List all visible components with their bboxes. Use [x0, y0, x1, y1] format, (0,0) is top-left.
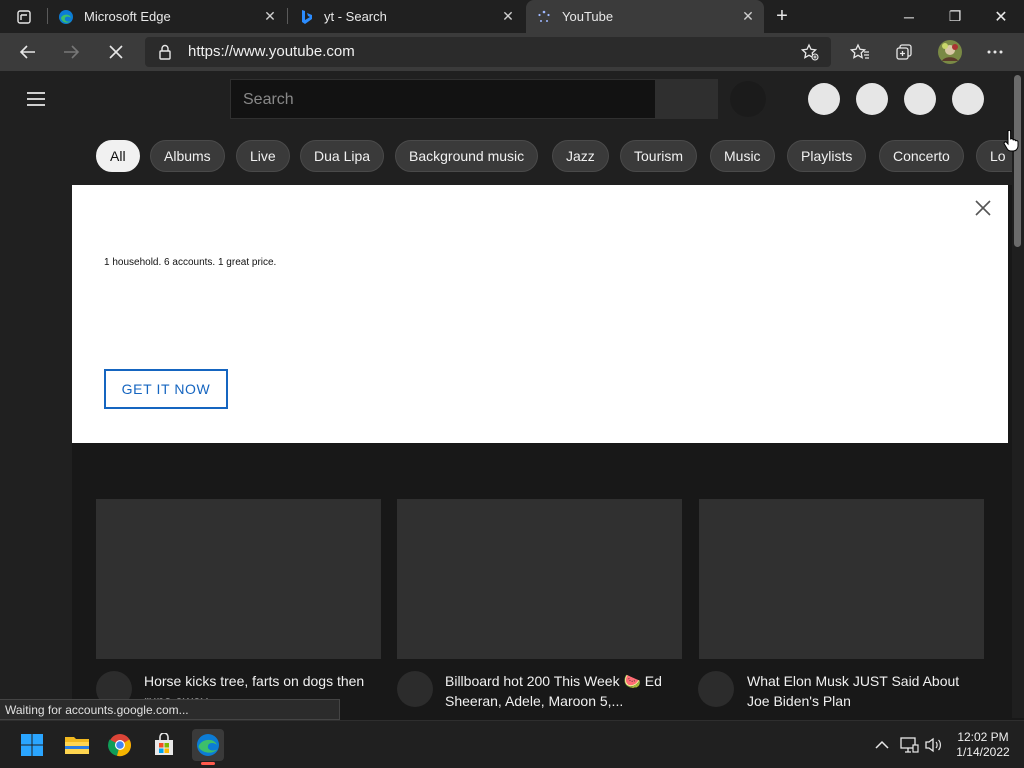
youtube-header: Search	[0, 71, 1012, 127]
video-thumbnail[interactable]	[397, 499, 682, 659]
search-input[interactable]: Search	[230, 79, 655, 119]
tab-strip: Microsoft Edge ✕ yt - Search ✕ YouTube ✕…	[0, 0, 1024, 33]
store-icon[interactable]	[148, 729, 180, 761]
edge-icon[interactable]	[192, 729, 224, 761]
show-hidden-icons-button[interactable]	[872, 735, 892, 755]
chip-live[interactable]: Live	[236, 140, 290, 172]
file-explorer-icon[interactable]	[61, 729, 93, 761]
chip-tourism[interactable]: Tourism	[620, 140, 698, 172]
hand-cursor-icon	[1003, 129, 1019, 152]
filter-chips-bar: All Albums Live Dua Lipa Background musi…	[72, 127, 1012, 185]
promo-banner: 1 household. 6 accounts. 1 great price. …	[72, 185, 1008, 443]
search-placeholder: Search	[243, 91, 294, 108]
get-it-now-button[interactable]: GET IT NOW	[104, 369, 228, 409]
close-tab-icon[interactable]: ✕	[500, 8, 516, 24]
start-icon[interactable]	[16, 729, 48, 761]
system-clock[interactable]: 12:02 PM 1/14/2022	[952, 730, 1014, 760]
scrollbar-thumb[interactable]	[1014, 75, 1021, 247]
back-icon[interactable]	[13, 37, 43, 67]
banner-text: 1 household. 6 accounts. 1 great price.	[104, 257, 277, 268]
tab-youtube[interactable]: YouTube ✕	[526, 0, 764, 33]
new-tab-button[interactable]: +	[766, 0, 798, 33]
chip-dua-lipa[interactable]: Dua Lipa	[300, 140, 385, 172]
restore-button[interactable]: ❐	[932, 0, 978, 33]
video-thumbnail[interactable]	[96, 499, 381, 659]
page-scrollbar[interactable]	[1012, 71, 1024, 718]
voice-search-button[interactable]	[730, 81, 766, 117]
edge-icon	[58, 9, 74, 25]
tab-yt-search[interactable]: yt - Search ✕	[288, 0, 524, 33]
minimize-button[interactable]: ─	[886, 0, 932, 33]
chip-concerto[interactable]: Concerto	[879, 140, 964, 172]
tab-title: YouTube	[562, 9, 614, 24]
forward-icon[interactable]	[56, 37, 86, 67]
active-app-indicator	[201, 762, 215, 765]
channel-avatar[interactable]	[698, 671, 734, 707]
close-window-button[interactable]: ✕	[978, 0, 1024, 33]
chip-background-music[interactable]: Background music	[395, 140, 539, 172]
chip-jazz[interactable]: Jazz	[552, 140, 609, 172]
search-button[interactable]	[655, 79, 718, 119]
apps-button-placeholder[interactable]	[856, 83, 888, 115]
youtube-page: Search All Albums Live Dua Lipa Backgrou…	[0, 71, 1024, 718]
volume-icon[interactable]	[923, 735, 943, 755]
video-thumbnail[interactable]	[699, 499, 984, 659]
create-button-placeholder[interactable]	[808, 83, 840, 115]
video-title[interactable]: What Elon Musk JUST Said About Joe Biden…	[747, 671, 979, 711]
channel-avatar[interactable]	[397, 671, 433, 707]
stop-loading-icon[interactable]	[101, 37, 131, 67]
bing-icon	[298, 9, 314, 25]
video-title[interactable]: Billboard hot 200 This Week 🍉 Ed Sheeran…	[445, 671, 677, 711]
chrome-icon[interactable]	[104, 729, 136, 761]
favorites-icon[interactable]	[845, 37, 875, 67]
collections-icon[interactable]	[889, 37, 919, 67]
browser-toolbar: https://www.youtube.com	[0, 33, 1024, 71]
clock-time: 12:02 PM	[957, 730, 1009, 744]
tab-actions-icon[interactable]	[8, 6, 40, 28]
tab-title: Microsoft Edge	[84, 9, 171, 24]
close-icon[interactable]	[972, 197, 994, 219]
status-bar: Waiting for accounts.google.com...	[0, 699, 340, 720]
chip-playlists[interactable]: Playlists	[787, 140, 867, 172]
chip-music[interactable]: Music	[710, 140, 775, 172]
menu-icon[interactable]	[26, 91, 46, 112]
clock-date: 1/14/2022	[956, 745, 1010, 759]
profile-avatar[interactable]	[935, 37, 965, 67]
more-icon[interactable]	[980, 37, 1010, 67]
network-icon[interactable]	[899, 735, 919, 755]
chip-albums[interactable]: Albums	[150, 140, 225, 172]
notifications-button-placeholder[interactable]	[904, 83, 936, 115]
windows-taskbar: 12:02 PM 1/14/2022	[0, 720, 1024, 768]
address-bar[interactable]: https://www.youtube.com	[145, 37, 831, 67]
tab-microsoft-edge[interactable]: Microsoft Edge ✕	[48, 0, 286, 33]
chip-all[interactable]: All	[96, 140, 140, 172]
lock-icon[interactable]	[158, 44, 172, 65]
loading-spinner-icon	[536, 9, 552, 25]
add-favorite-icon[interactable]	[800, 43, 819, 66]
url-text: https://www.youtube.com	[188, 43, 355, 60]
close-tab-icon[interactable]: ✕	[740, 8, 756, 24]
tab-title: yt - Search	[324, 9, 387, 24]
close-tab-icon[interactable]: ✕	[262, 8, 278, 24]
guide-sidebar	[0, 127, 72, 718]
account-button-placeholder[interactable]	[952, 83, 984, 115]
